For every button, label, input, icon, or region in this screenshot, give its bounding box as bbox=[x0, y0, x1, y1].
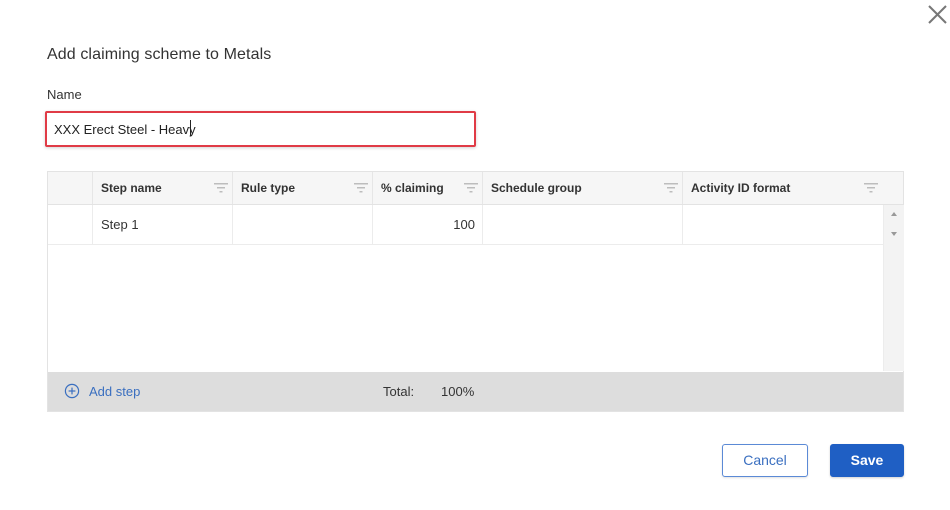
grid-header: Step name Rule type % claiming Schedule … bbox=[48, 172, 903, 205]
text-caret bbox=[190, 120, 191, 136]
column-header-schedule-group[interactable]: Schedule group bbox=[483, 172, 683, 204]
column-header-rule-type[interactable]: Rule type bbox=[233, 172, 373, 204]
close-button[interactable] bbox=[924, 2, 950, 28]
filter-icon[interactable] bbox=[663, 182, 679, 194]
column-header-activity-id-format[interactable]: Activity ID format bbox=[683, 172, 903, 204]
table-row[interactable]: Step 1 100 bbox=[48, 205, 883, 245]
steps-grid: Step name Rule type % claiming Schedule … bbox=[47, 171, 904, 412]
save-button[interactable]: Save bbox=[830, 444, 904, 477]
filter-icon[interactable] bbox=[863, 182, 879, 194]
cell-step-name[interactable]: Step 1 bbox=[93, 205, 233, 244]
vertical-scrollbar[interactable] bbox=[883, 205, 904, 371]
row-header-cell bbox=[48, 172, 93, 204]
scroll-up-icon[interactable] bbox=[890, 211, 898, 217]
column-header-label: Activity ID format bbox=[691, 181, 791, 195]
column-header-label: Schedule group bbox=[491, 181, 582, 195]
filter-icon[interactable] bbox=[463, 182, 479, 194]
total-value: 100% bbox=[441, 384, 475, 399]
filter-icon[interactable] bbox=[353, 182, 369, 194]
cell-rule-type[interactable] bbox=[233, 205, 373, 244]
cell-text: 100 bbox=[453, 217, 475, 232]
cell-schedule-group[interactable] bbox=[483, 205, 683, 244]
grid-footer: Add step Total: 100% bbox=[48, 372, 903, 411]
cell-percent-claiming[interactable]: 100 bbox=[373, 205, 483, 244]
scroll-down-icon[interactable] bbox=[890, 231, 898, 237]
row-header-cell bbox=[48, 205, 93, 244]
column-header-label: Rule type bbox=[241, 181, 296, 195]
cancel-button[interactable]: Cancel bbox=[722, 444, 808, 477]
dialog-title: Add claiming scheme to Metals bbox=[47, 46, 272, 63]
name-input[interactable] bbox=[47, 113, 474, 145]
cell-activity-id-format[interactable] bbox=[683, 205, 883, 244]
total-label: Total: bbox=[383, 384, 415, 399]
cell-text: Step 1 bbox=[101, 217, 139, 232]
add-step-label: Add step bbox=[89, 384, 141, 399]
column-header-label: % claiming bbox=[381, 181, 444, 195]
name-label: Name bbox=[47, 87, 82, 102]
plus-circle-icon bbox=[64, 383, 80, 399]
column-header-label: Step name bbox=[101, 181, 162, 195]
column-header-step-name[interactable]: Step name bbox=[93, 172, 233, 204]
name-field[interactable] bbox=[45, 111, 476, 147]
filter-icon[interactable] bbox=[213, 182, 229, 194]
column-header-percent-claiming[interactable]: % claiming bbox=[373, 172, 483, 204]
close-icon bbox=[928, 5, 947, 24]
